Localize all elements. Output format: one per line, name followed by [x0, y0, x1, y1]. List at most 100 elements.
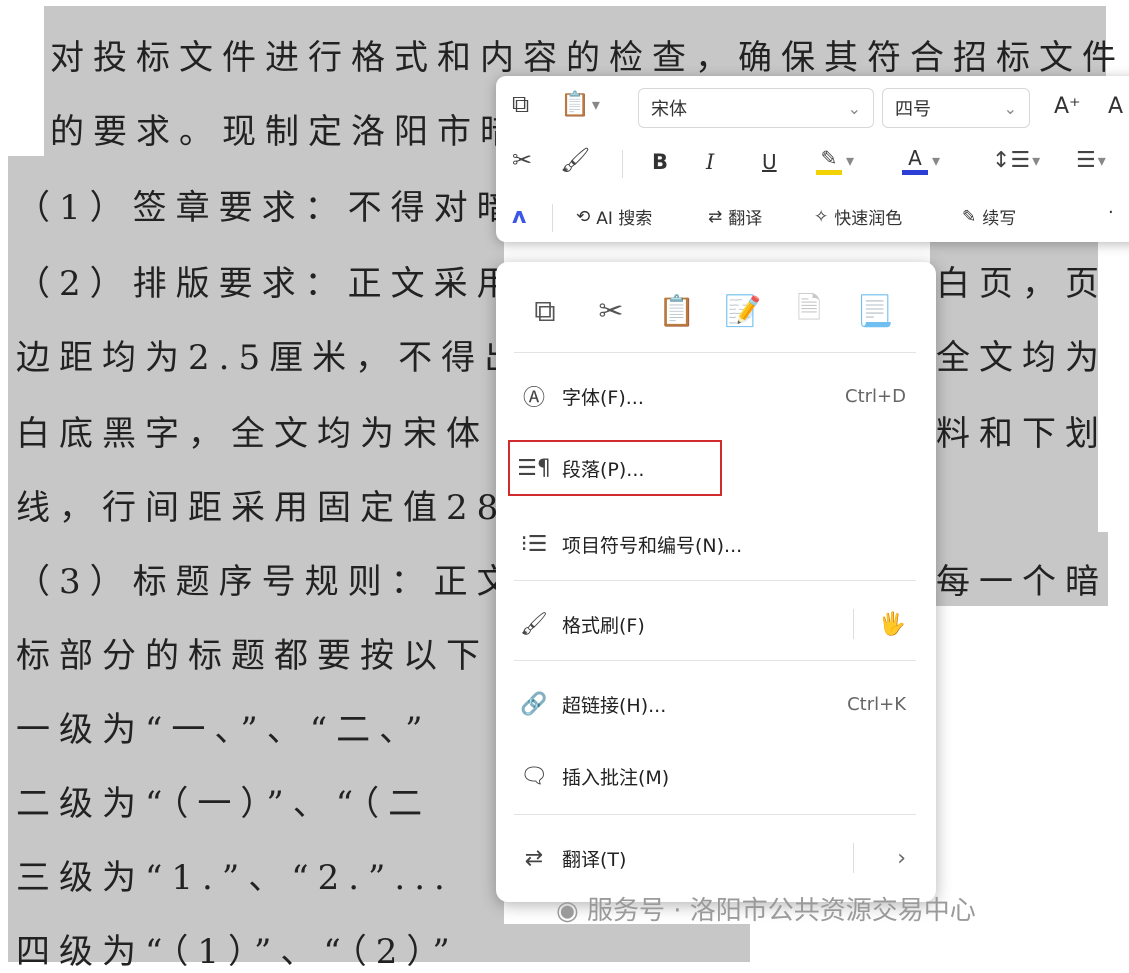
cut-button[interactable]: ✂: [512, 146, 532, 174]
increase-font-size-button[interactable]: A⁺: [1054, 94, 1081, 119]
cut-icon: ✂: [598, 293, 624, 329]
highlighter-icon: ✎: [820, 146, 838, 170]
align-button[interactable]: ☰ ▾: [1076, 148, 1106, 173]
font-size-select[interactable]: 四号 ⌄: [882, 88, 1030, 128]
shrink-font-icon: A: [1108, 94, 1124, 119]
font-color-icon: A: [908, 146, 922, 170]
chevron-down-icon: ▾: [1032, 151, 1041, 170]
menu-item-label: 字体(F)...: [562, 386, 644, 409]
paste-special-option[interactable]: 📃: [854, 290, 896, 332]
menu-item-hyperlink[interactable]: 🔗 超链接(H)... Ctrl+K: [516, 676, 916, 732]
menu-item-label: 超链接(H)...: [562, 694, 667, 717]
comment-icon: 🗨: [520, 763, 548, 789]
underline-button[interactable]: U: [762, 150, 777, 174]
doc-line: 二级为“（一）”、“（二: [16, 784, 432, 824]
context-menu: ⧉ ✂ 📋 📝 🗎 📃 Ⓐ 字体(F)... Ctrl+D ☰¶ 段落(P)..…: [496, 262, 936, 902]
line-spacing-icon: ↕☰: [992, 148, 1031, 173]
toolbar-divider: [622, 150, 623, 178]
menu-item-divider: [853, 609, 854, 639]
chevron-down-icon: ▾: [932, 151, 941, 170]
menu-divider: [514, 660, 916, 661]
more-icon: ·: [1108, 202, 1114, 223]
ai-logo[interactable]: ʌ: [512, 204, 526, 229]
chevron-down-icon: ▾: [846, 151, 855, 170]
ai-search-button[interactable]: ⟲ AI 搜索: [576, 204, 653, 230]
font-size-value: 四号: [895, 99, 931, 120]
ai-search-icon: ⟲: [576, 206, 591, 227]
doc-line: 的要求。现制定洛阳市暗: [50, 112, 523, 152]
magic-wand-icon: ✧: [814, 206, 829, 227]
bold-label: B: [652, 150, 669, 174]
menu-divider: [514, 814, 916, 815]
menu-item-bullets-numbering[interactable]: ⁝☰ 项目符号和编号(N)...: [516, 516, 916, 572]
menu-item-format-painter[interactable]: 🖌 格式刷(F) 🖐: [516, 596, 916, 652]
translate-icon: ⇄: [708, 206, 723, 227]
menu-item-label: 格式刷(F): [562, 614, 645, 637]
watermark-text: 服务号 · 洛阳市公共资源交易中心: [586, 896, 976, 926]
doc-line: （3）标题序号规则：正文: [16, 562, 520, 602]
menu-item-label: 翻译(T): [562, 848, 627, 871]
doc-line-fragment: 白页，页: [936, 264, 1108, 304]
menu-divider: [514, 580, 916, 581]
doc-line-fragment: 每一个暗: [936, 562, 1108, 602]
hyperlink-icon: 🔗: [520, 691, 548, 717]
paste-text-only-option: 🗎: [788, 290, 830, 332]
align-left-icon: ☰: [1076, 148, 1096, 173]
paste-keep-format-option[interactable]: 📋: [656, 290, 698, 332]
menu-item-label: 项目符号和编号(N)...: [562, 534, 743, 557]
copy-icon: ⧉: [512, 90, 530, 118]
format-painter-lock-icon[interactable]: 🖐: [879, 612, 906, 637]
font-color-button[interactable]: A ▾: [902, 146, 940, 175]
toolbar-divider: [552, 204, 553, 232]
font-name-select[interactable]: 宋体 ⌄: [638, 88, 874, 128]
more-button[interactable]: ·: [1108, 202, 1114, 223]
highlight-color-button[interactable]: ✎ ▾: [816, 146, 854, 175]
highlight-color-bar: [816, 170, 842, 175]
polish-label: 快速润色: [834, 209, 903, 229]
cut-icon: ✂: [512, 146, 533, 174]
doc-line-fragment: 全文均为: [936, 338, 1108, 378]
menu-item-insert-comment[interactable]: 🗨 插入批注(M): [516, 748, 916, 804]
doc-line: 四级为“（1）”、“（2）”: [16, 932, 459, 972]
chevron-down-icon: ⌄: [847, 98, 861, 118]
paste-icon: 📋: [658, 293, 696, 329]
pen-icon: ✎: [962, 206, 977, 227]
italic-button[interactable]: I: [706, 150, 714, 174]
watermark: ◉ 服务号 · 洛阳市公共资源交易中心: [556, 890, 976, 927]
italic-label: I: [706, 150, 715, 174]
doc-line: 标部分的标题都要按以下: [16, 636, 489, 676]
translate-button[interactable]: ⇄ 翻译: [708, 204, 762, 230]
chevron-down-icon: ▾: [591, 94, 600, 114]
paste-text-icon: 🗎: [796, 290, 822, 326]
format-painter-button[interactable]: 🖌: [560, 146, 590, 174]
line-spacing-button[interactable]: ↕☰ ▾: [992, 148, 1040, 173]
copy-button[interactable]: ⧉: [512, 90, 529, 118]
highlight-box: [508, 440, 722, 496]
grow-font-icon: A⁺: [1054, 94, 1081, 119]
polish-button[interactable]: ✧ 快速润色: [814, 204, 903, 230]
paste-button[interactable]: 📋 ▾: [560, 90, 600, 118]
doc-line: 三级为“1.”、“2.”...: [16, 858, 454, 898]
menu-item-divider: [853, 843, 854, 873]
menu-item-translate[interactable]: ⇄ 翻译(T) ›: [516, 830, 916, 886]
bold-button[interactable]: B: [652, 150, 668, 174]
translate-icon: ⇄: [524, 845, 544, 871]
wechat-icon: ◉: [556, 896, 579, 926]
copy-option[interactable]: ⧉: [524, 290, 566, 332]
ai-logo-icon: ʌ: [512, 204, 527, 229]
decrease-font-size-button[interactable]: A: [1108, 94, 1123, 119]
cut-option[interactable]: ✂: [590, 290, 632, 332]
ai-search-label: AI 搜索: [596, 209, 653, 229]
menu-item-font[interactable]: Ⓐ 字体(F)... Ctrl+D: [516, 368, 916, 424]
chevron-down-icon: ▾: [1097, 151, 1106, 170]
underline-label: U: [762, 150, 777, 174]
mini-toolbar: ⧉ 📋 ▾ 宋体 ⌄ 四号 ⌄ A⁺ A ✂ 🖌 B I U ✎ ▾ A ▾ ↕…: [496, 76, 1129, 242]
paste-brush-icon: 📝: [724, 293, 762, 329]
continue-write-button[interactable]: ✎ 续写: [962, 204, 1016, 230]
format-painter-icon: 🖌: [560, 146, 591, 174]
copy-icon: ⧉: [534, 293, 556, 329]
font-name-value: 宋体: [651, 99, 687, 120]
shortcut-label: Ctrl+D: [845, 385, 906, 407]
paste-merge-format-option[interactable]: 📝: [722, 290, 764, 332]
font-icon: Ⓐ: [522, 386, 545, 411]
